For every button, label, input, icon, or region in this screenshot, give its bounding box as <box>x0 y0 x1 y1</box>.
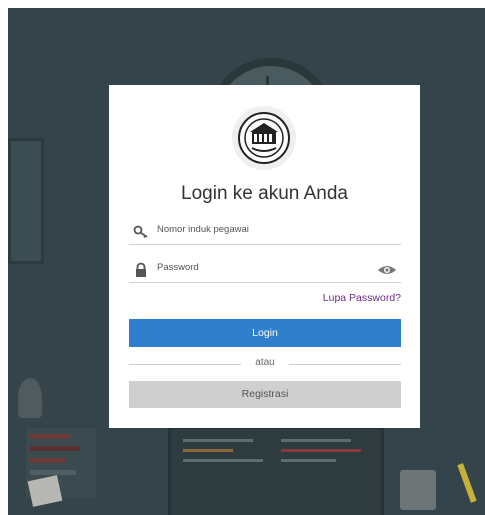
key-icon <box>133 225 148 238</box>
pencil <box>457 463 477 503</box>
institution-seal-logo <box>238 112 290 164</box>
divider-text: atau <box>255 357 275 368</box>
forgot-password-link[interactable]: Lupa Password? <box>323 292 401 304</box>
book <box>30 446 80 451</box>
desk-lamp <box>18 378 42 418</box>
login-card: Login ke akun Anda Nomor induk pegawai P… <box>109 85 420 428</box>
code-line <box>183 439 253 442</box>
code-line <box>183 449 233 452</box>
code-line <box>183 459 263 462</box>
eye-icon[interactable] <box>377 262 397 278</box>
code-line <box>281 459 336 462</box>
book <box>30 470 76 475</box>
logo <box>232 106 296 170</box>
book <box>30 458 66 463</box>
or-divider: atau <box>129 357 401 371</box>
code-line <box>281 439 351 442</box>
employee-id-field[interactable]: Nomor induk pegawai <box>129 220 401 245</box>
coffee-cup <box>400 470 436 510</box>
password-placeholder: Password <box>157 262 199 273</box>
lock-icon <box>136 262 146 277</box>
book <box>30 434 70 439</box>
code-line <box>281 449 361 452</box>
login-title: Login ke akun Anda <box>181 183 348 204</box>
wall-picture <box>8 138 44 264</box>
desk-monitor <box>168 426 384 515</box>
employee-id-placeholder: Nomor induk pegawai <box>157 224 249 235</box>
login-button[interactable]: Login <box>129 319 401 347</box>
password-field[interactable]: Password <box>129 258 401 283</box>
divider-line <box>289 364 401 365</box>
register-button[interactable]: Registrasi <box>129 381 401 408</box>
sticky-note <box>27 475 63 507</box>
